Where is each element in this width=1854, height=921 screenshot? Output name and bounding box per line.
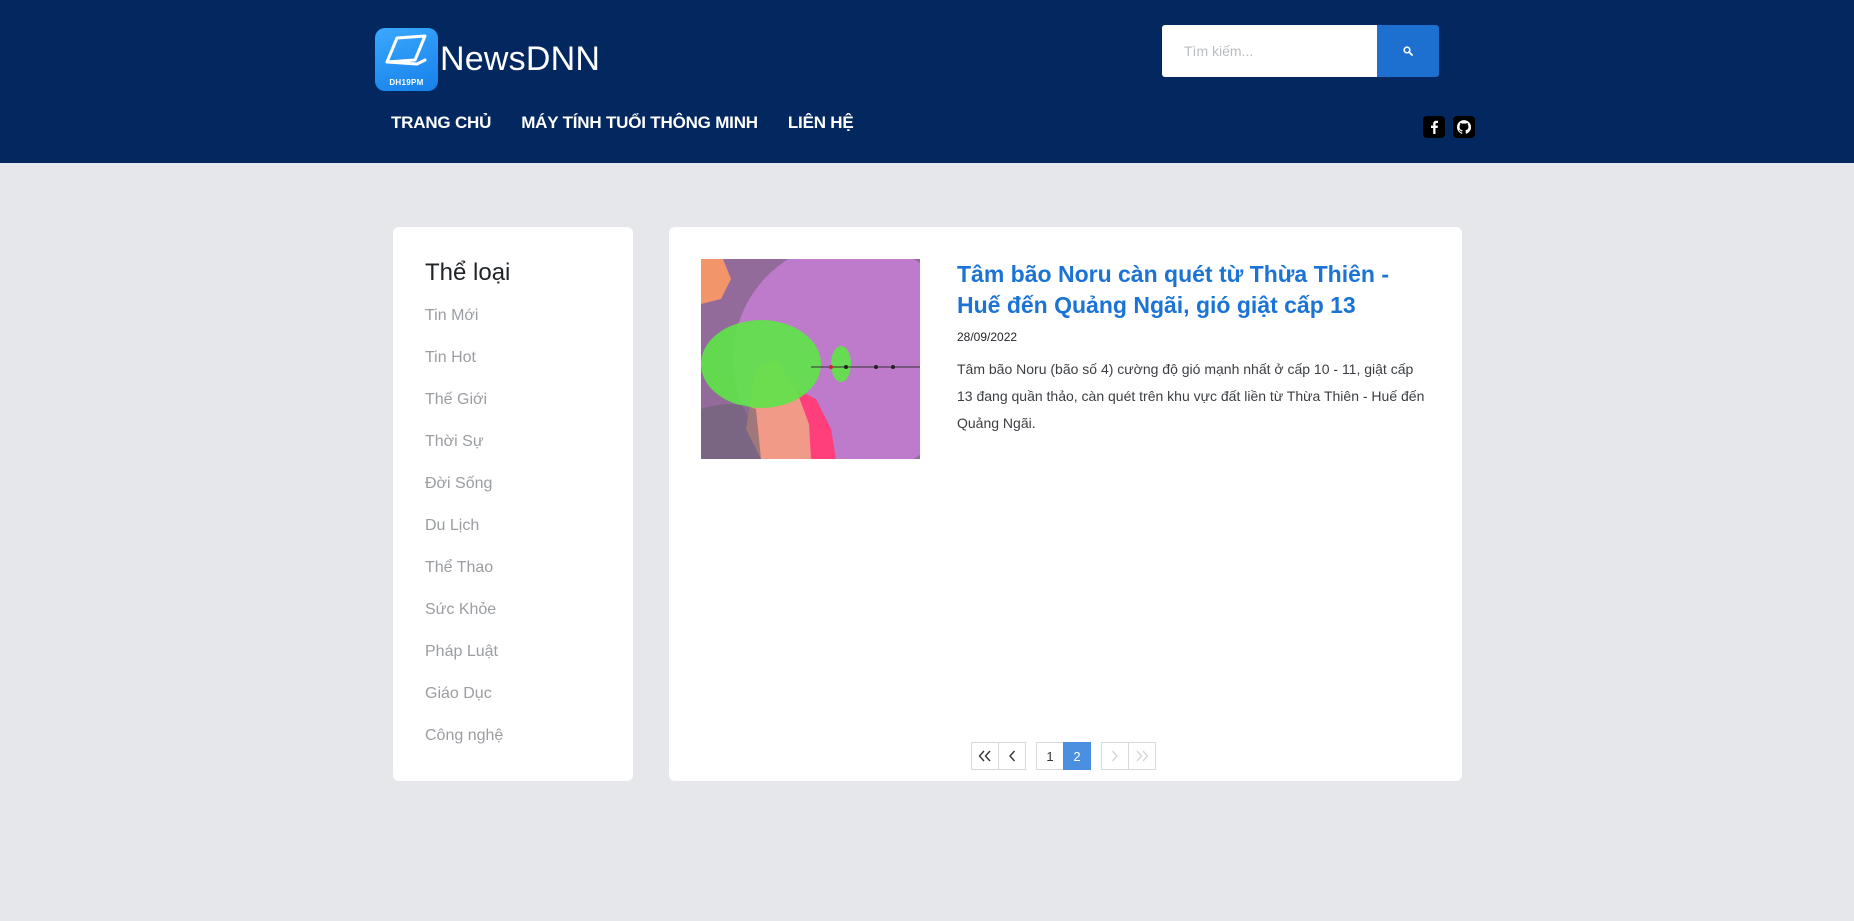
social-links — [1423, 116, 1483, 138]
category-link[interactable]: Giáo Dục — [425, 685, 492, 702]
facebook-icon — [1431, 120, 1438, 134]
category-link[interactable]: Sức Khỏe — [425, 601, 496, 618]
search-bar — [1162, 25, 1439, 77]
category-list: Tin Mới Tin Hot Thế Giới Thời Sự Đời Sốn… — [425, 295, 633, 757]
category-link[interactable]: Công nghệ — [425, 727, 503, 744]
page-button-2[interactable]: 2 — [1063, 742, 1091, 770]
logo-badge-text: DH19PM — [389, 78, 424, 87]
first-page-button[interactable] — [971, 742, 999, 770]
search-input[interactable] — [1162, 25, 1377, 77]
article-card: Tâm bão Noru càn quét từ Thừa Thiên - Hu… — [701, 259, 1431, 459]
pagination: 1 2 — [971, 742, 1166, 770]
github-icon — [1457, 120, 1471, 134]
article-title[interactable]: Tâm bão Noru càn quét từ Thừa Thiên - Hu… — [957, 259, 1431, 321]
article-summary: Tâm bão Noru (bão số 4) cường độ gió mạn… — [957, 361, 1425, 431]
next-page-button[interactable] — [1101, 742, 1129, 770]
list-item: Tin Mới — [425, 295, 633, 337]
article-date: 28/09/2022 — [957, 330, 1018, 344]
list-item: Pháp Luật — [425, 631, 633, 673]
list-item: Thời Sự — [425, 421, 633, 463]
pagination-pages: 1 2 — [1036, 742, 1091, 770]
chevron-right-icon — [1111, 750, 1118, 762]
category-link[interactable]: Thời Sự — [425, 433, 484, 450]
category-link[interactable]: Pháp Luật — [425, 643, 498, 660]
prev-page-button[interactable] — [998, 742, 1026, 770]
list-item: Sức Khỏe — [425, 589, 633, 631]
nav-item-contact[interactable]: LIÊN HỆ — [788, 113, 854, 133]
list-item: Đời Sống — [425, 463, 633, 505]
search-icon — [1403, 46, 1413, 56]
category-link[interactable]: Tin Mới — [425, 307, 478, 324]
category-link[interactable]: Tin Hot — [425, 349, 476, 366]
article-list-panel: Tâm bão Noru càn quét từ Thừa Thiên - Hu… — [669, 227, 1462, 781]
github-link[interactable] — [1453, 116, 1475, 138]
pagination-next-group — [1101, 742, 1156, 770]
facebook-link[interactable] — [1423, 116, 1445, 138]
list-item: Giáo Dục — [425, 673, 633, 715]
category-link[interactable]: Thế Giới — [425, 391, 487, 408]
list-item: Công nghệ — [425, 715, 633, 757]
site-header: DH19PM NewsDNN TRANG CHỦ MÁY TÍNH TUỔI T… — [0, 0, 1854, 163]
nav-item-age-calculator[interactable]: MÁY TÍNH TUỔI THÔNG MINH — [521, 113, 758, 133]
category-link[interactable]: Du Lịch — [425, 517, 479, 534]
search-button[interactable] — [1377, 25, 1439, 77]
list-item: Du Lịch — [425, 505, 633, 547]
category-link[interactable]: Thể Thao — [425, 559, 493, 576]
site-logo[interactable]: DH19PM NewsDNN — [375, 28, 600, 91]
main-nav: TRANG CHỦ MÁY TÍNH TUỔI THÔNG MINH LIÊN … — [376, 113, 869, 133]
logo-icon: DH19PM — [375, 28, 438, 91]
double-chevron-left-icon — [978, 750, 991, 762]
category-sidebar: Thể loại Tin Mới Tin Hot Thế Giới Thời S… — [393, 227, 633, 781]
double-chevron-right-icon — [1136, 750, 1149, 762]
category-link[interactable]: Đời Sống — [425, 475, 492, 492]
page-button-1[interactable]: 1 — [1036, 742, 1064, 770]
pagination-prev-group — [971, 742, 1026, 770]
list-item: Thế Giới — [425, 379, 633, 421]
article-thumbnail[interactable] — [701, 259, 920, 459]
article-body: Tâm bão Noru càn quét từ Thừa Thiên - Hu… — [957, 259, 1431, 459]
sidebar-title: Thể loại — [425, 259, 511, 286]
nav-item-home[interactable]: TRANG CHỦ — [391, 113, 491, 133]
site-name: NewsDNN — [440, 40, 601, 78]
last-page-button[interactable] — [1128, 742, 1156, 770]
list-item: Tin Hot — [425, 337, 633, 379]
list-item: Thể Thao — [425, 547, 633, 589]
chevron-left-icon — [1009, 750, 1016, 762]
